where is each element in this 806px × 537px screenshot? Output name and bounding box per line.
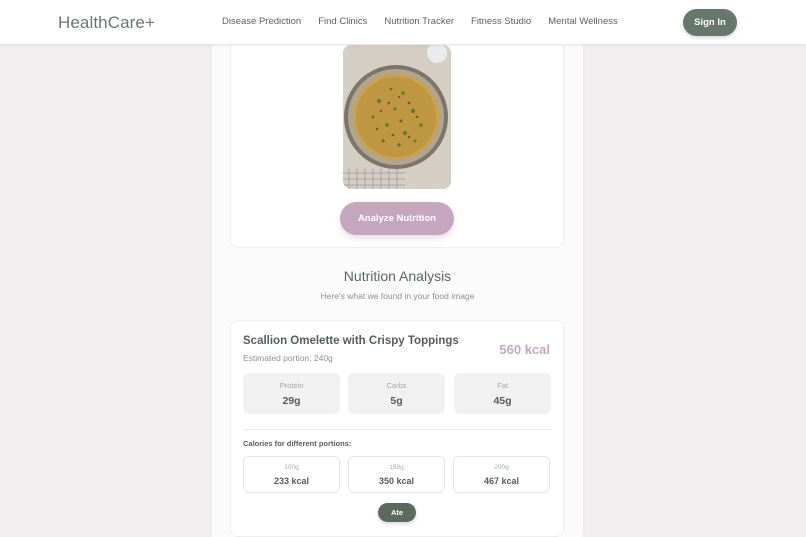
portion-size: 150g	[389, 464, 404, 471]
nav-link-find-clinics[interactable]: Find Clinics	[318, 16, 367, 27]
omelette-photo	[343, 45, 451, 189]
section-divider	[243, 429, 551, 430]
estimated-portion: Estimated portion: 240g	[243, 353, 333, 363]
analyze-nutrition-button[interactable]: Analyze Nutrition	[340, 202, 454, 235]
macro-value: 45g	[493, 395, 512, 407]
ate-button[interactable]: Ate	[378, 503, 416, 522]
food-name: Scallion Omelette with Crispy Toppings	[243, 335, 459, 347]
portion-kcal: 350 kcal	[378, 476, 415, 486]
total-calories: 560 kcal	[499, 342, 550, 357]
nutrition-analysis-title: Nutrition Analysis	[343, 268, 452, 284]
top-navbar: HealthCare+ Disease Prediction Find Clin…	[0, 0, 806, 45]
sign-in-button[interactable]: Sign In	[683, 9, 737, 36]
portion-kcal: 233 kcal	[273, 476, 310, 486]
nav-link-fitness-studio[interactable]: Fitness Studio	[471, 16, 531, 27]
macro-label: Protein	[279, 381, 304, 390]
app-logo[interactable]: HealthCare+	[58, 13, 155, 33]
portions-title: Calories for different portions:	[243, 439, 352, 448]
nutrition-analysis-subtitle: Here's what we found in your food image	[320, 291, 475, 301]
portion-option-200g[interactable]: 200g 467 kcal	[453, 456, 550, 493]
macro-fat: Fat 45g	[454, 373, 551, 414]
macro-value: 5g	[390, 395, 403, 407]
macro-label: Carbs	[386, 381, 407, 390]
portion-kcal: 467 kcal	[483, 476, 520, 486]
nav-links: Disease Prediction Find Clinics Nutritio…	[222, 16, 635, 27]
portion-size: 200g	[494, 464, 509, 471]
macro-value: 29g	[282, 395, 301, 407]
nav-link-mental-wellness[interactable]: Mental Wellness	[548, 16, 618, 27]
portion-option-100g[interactable]: 100g 233 kcal	[243, 456, 340, 493]
portion-size: 100g	[284, 464, 299, 471]
nav-link-nutrition-tracker[interactable]: Nutrition Tracker	[384, 16, 454, 27]
macro-label: Fat	[497, 381, 508, 390]
food-image-preview	[343, 45, 451, 189]
macro-protein: Protein 29g	[243, 373, 340, 414]
nav-link-disease-prediction[interactable]: Disease Prediction	[222, 16, 301, 27]
portion-option-150g[interactable]: 150g 350 kcal	[348, 456, 445, 493]
macro-carbs: Carbs 5g	[348, 373, 445, 414]
